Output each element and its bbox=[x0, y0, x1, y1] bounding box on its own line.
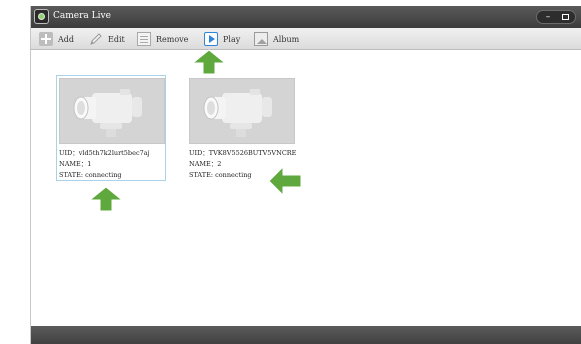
album-icon bbox=[254, 32, 268, 46]
add-icon bbox=[39, 32, 53, 46]
green-arrow-up-icon bbox=[192, 49, 226, 75]
add-label: Add bbox=[58, 34, 75, 44]
minimize-button[interactable]: – bbox=[539, 12, 557, 23]
camera-thumbnail[interactable] bbox=[189, 78, 295, 144]
status-bar bbox=[31, 326, 581, 344]
window-controls: – bbox=[536, 10, 576, 24]
camera-thumbnail[interactable] bbox=[59, 78, 165, 144]
album-label: Album bbox=[273, 34, 300, 44]
camera-live-window: Camera Live – Add Edit Remove Play Album… bbox=[30, 6, 581, 344]
camera-uid: UID：TVK8V5526BUTV5VNCRE1 bbox=[189, 149, 297, 157]
toolbar: Add Edit Remove Play Album bbox=[31, 28, 581, 50]
camera-live-icon bbox=[34, 9, 49, 24]
green-arrow-up-icon bbox=[89, 186, 123, 212]
maximize-icon bbox=[562, 14, 569, 20]
edit-label: Edit bbox=[108, 34, 125, 44]
edit-button[interactable]: Edit bbox=[89, 31, 125, 47]
play-label: Play bbox=[223, 34, 241, 44]
album-button[interactable]: Album bbox=[254, 31, 299, 47]
remove-label: Remove bbox=[156, 34, 189, 44]
title-bar[interactable]: Camera Live – bbox=[31, 6, 581, 28]
maximize-button[interactable] bbox=[557, 12, 575, 23]
camera-name: NAME：1 bbox=[59, 160, 92, 168]
remove-button[interactable]: Remove bbox=[137, 31, 188, 47]
remove-icon bbox=[137, 32, 151, 46]
play-icon bbox=[204, 32, 218, 46]
camera-card[interactable]: UID：vld5th7k2lurt5bec7aj NAME：1 STATE: c… bbox=[56, 75, 166, 181]
camera-uid: UID：vld5th7k2lurt5bec7aj bbox=[59, 149, 150, 157]
green-arrow-left-icon bbox=[268, 166, 302, 196]
add-button[interactable]: Add bbox=[39, 31, 74, 47]
camera-state: STATE: connecting bbox=[59, 171, 122, 179]
play-button[interactable]: Play bbox=[204, 31, 240, 47]
edit-icon bbox=[89, 32, 103, 46]
window-title: Camera Live bbox=[53, 11, 111, 21]
